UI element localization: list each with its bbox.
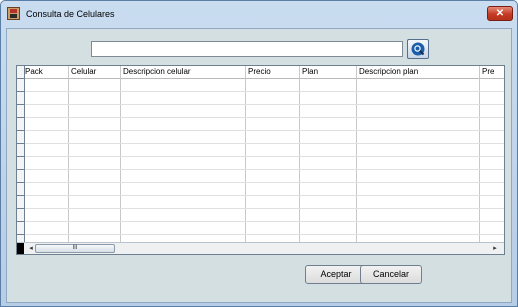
row-header-column [17, 66, 25, 242]
title-bar[interactable]: Consulta de Celulares ✕ [1, 1, 517, 27]
dialog-body: Pack Celular Descripcion celular Precio … [6, 28, 512, 303]
magnifier-icon [411, 42, 425, 56]
close-button[interactable]: ✕ [487, 6, 513, 21]
search-input[interactable] [91, 41, 403, 57]
scrollbar-thumb[interactable]: III [35, 244, 115, 253]
horizontal-scrollbar[interactable]: ◂ III ▸ [17, 242, 504, 254]
grid-header: Pack Celular Descripcion celular Precio … [25, 66, 504, 79]
dialog-window: Consulta de Celulares ✕ Pack Celular Des… [0, 0, 518, 307]
app-icon [7, 7, 20, 20]
column-header-precio[interactable]: Precio [248, 67, 271, 76]
close-icon: ✕ [495, 8, 505, 19]
column-header-pre[interactable]: Pre [482, 67, 494, 76]
accept-button[interactable]: Aceptar [305, 265, 367, 284]
column-header-descripcion-celular[interactable]: Descripcion celular [123, 67, 191, 76]
window-title: Consulta de Celulares [26, 9, 115, 19]
results-grid[interactable]: Pack Celular Descripcion celular Precio … [16, 65, 505, 255]
column-header-descripcion-plan[interactable]: Descripcion plan [359, 67, 418, 76]
column-header-celular[interactable]: Celular [71, 67, 96, 76]
search-button[interactable] [407, 39, 429, 59]
column-header-pack[interactable]: Pack [25, 67, 43, 76]
cancel-button[interactable]: Cancelar [360, 265, 422, 284]
scroll-right-arrow-icon[interactable]: ▸ [490, 244, 500, 254]
scrollbar-corner [17, 243, 24, 254]
column-header-plan[interactable]: Plan [302, 67, 318, 76]
